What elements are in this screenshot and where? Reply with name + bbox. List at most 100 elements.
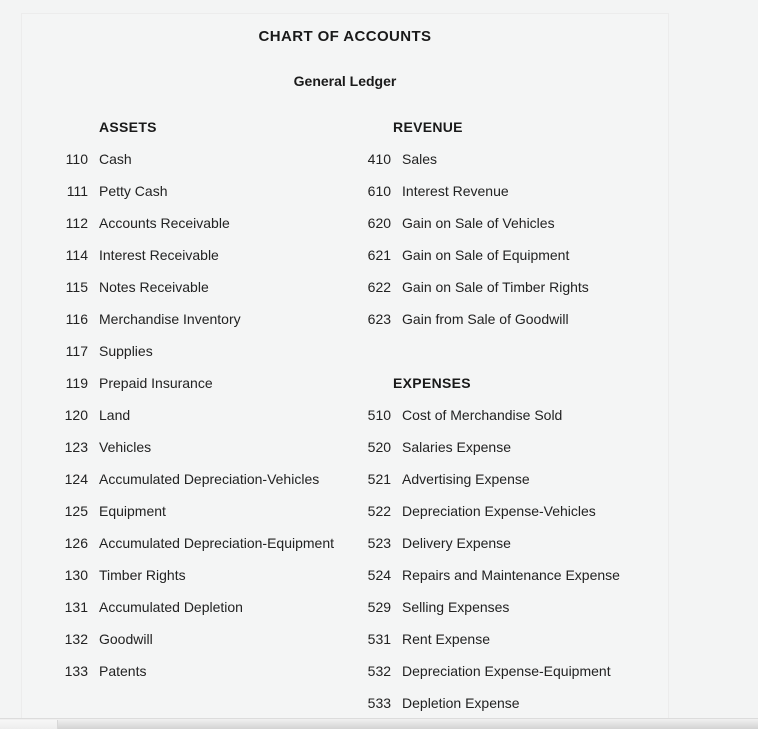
account-row: 132 Goodwill xyxy=(50,623,345,655)
account-row: 133 Patents xyxy=(50,655,345,687)
account-number: 524 xyxy=(367,567,392,583)
account-row: 524 Repairs and Maintenance Expense xyxy=(353,559,668,591)
account-name: Interest Revenue xyxy=(402,183,509,199)
account-name: Delivery Expense xyxy=(402,535,511,551)
chart-of-accounts-panel: CHART OF ACCOUNTS General Ledger ASSETS … xyxy=(21,13,669,719)
account-name: Gain on Sale of Equipment xyxy=(402,247,570,263)
account-list-assets: 110 Cash 111 Petty Cash 112 Accounts Receivab… xyxy=(50,143,345,687)
account-number: 111 xyxy=(66,183,88,199)
account-name: Sales xyxy=(402,151,438,167)
account-row: 523 Delivery Expense xyxy=(353,527,668,559)
account-row: 520 Salaries Expense xyxy=(353,431,668,463)
account-row: 112 Accounts Receivable xyxy=(50,207,345,239)
account-name: Advertising Expense xyxy=(402,471,530,487)
account-number: 622 xyxy=(367,279,392,295)
account-name: Cash xyxy=(99,151,132,167)
account-row: 124 Accumulated Depreciation-Vehicles xyxy=(50,463,345,495)
account-name: Cost of Merchandise Sold xyxy=(402,407,563,423)
section-assets: ASSETS 110 Cash 111 Petty Cash 112 Accounts R… xyxy=(50,111,345,687)
account-row: 120 Land xyxy=(50,399,345,431)
account-number: 133 xyxy=(64,663,88,679)
column-right: REVENUE 410 Sales 610 Interest Revenue 620 Ga… xyxy=(345,111,668,718)
account-row: 125 Equipment xyxy=(50,495,345,527)
account-number: 120 xyxy=(64,407,88,423)
account-number: 116 xyxy=(65,311,88,327)
account-list-expenses: 510 Cost of Merchandise Sold 520 Salaries E… xyxy=(353,399,668,718)
horizontal-scrollbar-thumb[interactable] xyxy=(0,720,58,729)
account-row: 622 Gain on Sale of Timber Rights xyxy=(353,271,668,303)
account-row: 532 Depreciation Expense-Equipment xyxy=(353,655,668,687)
account-columns: ASSETS 110 Cash 111 Petty Cash 112 Accounts R… xyxy=(22,89,668,718)
account-name: Patents xyxy=(99,663,147,679)
account-name: Depletion Expense xyxy=(402,695,520,711)
account-number: 110 xyxy=(65,151,88,167)
account-name: Depreciation Expense-Equipment xyxy=(402,663,611,679)
account-name: Repairs and Maintenance Expense xyxy=(402,567,620,583)
account-number: 523 xyxy=(367,535,392,551)
account-name: Vehicles xyxy=(99,439,152,455)
account-name: Selling Expenses xyxy=(402,599,510,615)
account-name: Gain from Sale of Goodwill xyxy=(402,311,569,327)
account-row: 531 Rent Expense xyxy=(353,623,668,655)
account-number: 132 xyxy=(64,631,88,647)
account-row: 620 Gain on Sale of Vehicles xyxy=(353,207,668,239)
account-row: 621 Gain on Sale of Equipment xyxy=(353,239,668,271)
account-number: 130 xyxy=(64,567,88,583)
account-row: 410 Sales xyxy=(353,143,668,175)
account-name: Interest Receivable xyxy=(99,247,219,263)
account-row: 521 Advertising Expense xyxy=(353,463,668,495)
page-subtitle: General Ledger xyxy=(293,73,397,89)
account-number: 126 xyxy=(64,535,88,551)
account-number: 117 xyxy=(65,343,88,359)
account-name: Accumulated Depletion xyxy=(99,599,243,615)
account-number: 532 xyxy=(367,663,392,679)
account-number: 620 xyxy=(367,215,392,231)
account-name: Supplies xyxy=(99,343,153,359)
account-row: 130 Timber Rights xyxy=(50,559,345,591)
account-row: 623 Gain from Sale of Goodwill xyxy=(353,303,668,335)
account-row: 126 Accumulated Depreciation-Equipment xyxy=(50,527,345,559)
column-left: ASSETS 110 Cash 111 Petty Cash 112 Accounts R… xyxy=(22,111,345,718)
horizontal-scrollbar[interactable] xyxy=(0,718,758,729)
account-number: 533 xyxy=(367,695,392,711)
account-name: Accounts Receivable xyxy=(99,215,230,231)
account-number: 521 xyxy=(367,471,392,487)
account-row: 522 Depreciation Expense-Vehicles xyxy=(353,495,668,527)
account-name: Notes Receivable xyxy=(99,279,209,295)
account-number: 125 xyxy=(64,503,88,519)
account-number: 522 xyxy=(367,503,392,519)
account-number: 115 xyxy=(65,279,88,295)
section-expenses: EXPENSES 510 Cost of Merchandise Sold 520 S… xyxy=(353,367,668,718)
account-list-revenue: 410 Sales 610 Interest Revenue 620 Gain on Sa… xyxy=(353,143,668,335)
account-number: 131 xyxy=(64,599,88,615)
account-number: 531 xyxy=(367,631,392,647)
account-name: Merchandise Inventory xyxy=(99,311,241,327)
account-row: 117 Supplies xyxy=(50,335,345,367)
account-row: 114 Interest Receivable xyxy=(50,239,345,271)
account-name: Depreciation Expense-Vehicles xyxy=(402,503,596,519)
account-number: 610 xyxy=(367,183,392,199)
account-row: 131 Accumulated Depletion xyxy=(50,591,345,623)
section-heading-revenue: REVENUE xyxy=(393,119,463,135)
account-row: 119 Prepaid Insurance xyxy=(50,367,345,399)
account-number: 621 xyxy=(367,247,392,263)
account-name: Equipment xyxy=(99,503,166,519)
account-number: 123 xyxy=(64,439,88,455)
account-name: Petty Cash xyxy=(99,183,168,199)
page-title: CHART OF ACCOUNTS xyxy=(258,28,432,45)
account-name: Accumulated Depreciation-Equipment xyxy=(99,535,335,551)
account-name: Salaries Expense xyxy=(402,439,511,455)
account-name: Goodwill xyxy=(99,631,153,647)
account-number: 114 xyxy=(65,247,88,263)
account-name: Gain on Sale of Timber Rights xyxy=(402,279,589,295)
account-row: 115 Notes Receivable xyxy=(50,271,345,303)
section-revenue: REVENUE 410 Sales 610 Interest Revenue 620 Ga… xyxy=(353,111,668,335)
account-row: 111 Petty Cash xyxy=(50,175,345,207)
account-row: 510 Cost of Merchandise Sold xyxy=(353,399,668,431)
account-name: Prepaid Insurance xyxy=(99,375,213,391)
account-name: Timber Rights xyxy=(99,567,186,583)
account-row: 610 Interest Revenue xyxy=(353,175,668,207)
account-number: 510 xyxy=(367,407,392,423)
account-row: 123 Vehicles xyxy=(50,431,345,463)
account-name: Rent Expense xyxy=(402,631,490,647)
